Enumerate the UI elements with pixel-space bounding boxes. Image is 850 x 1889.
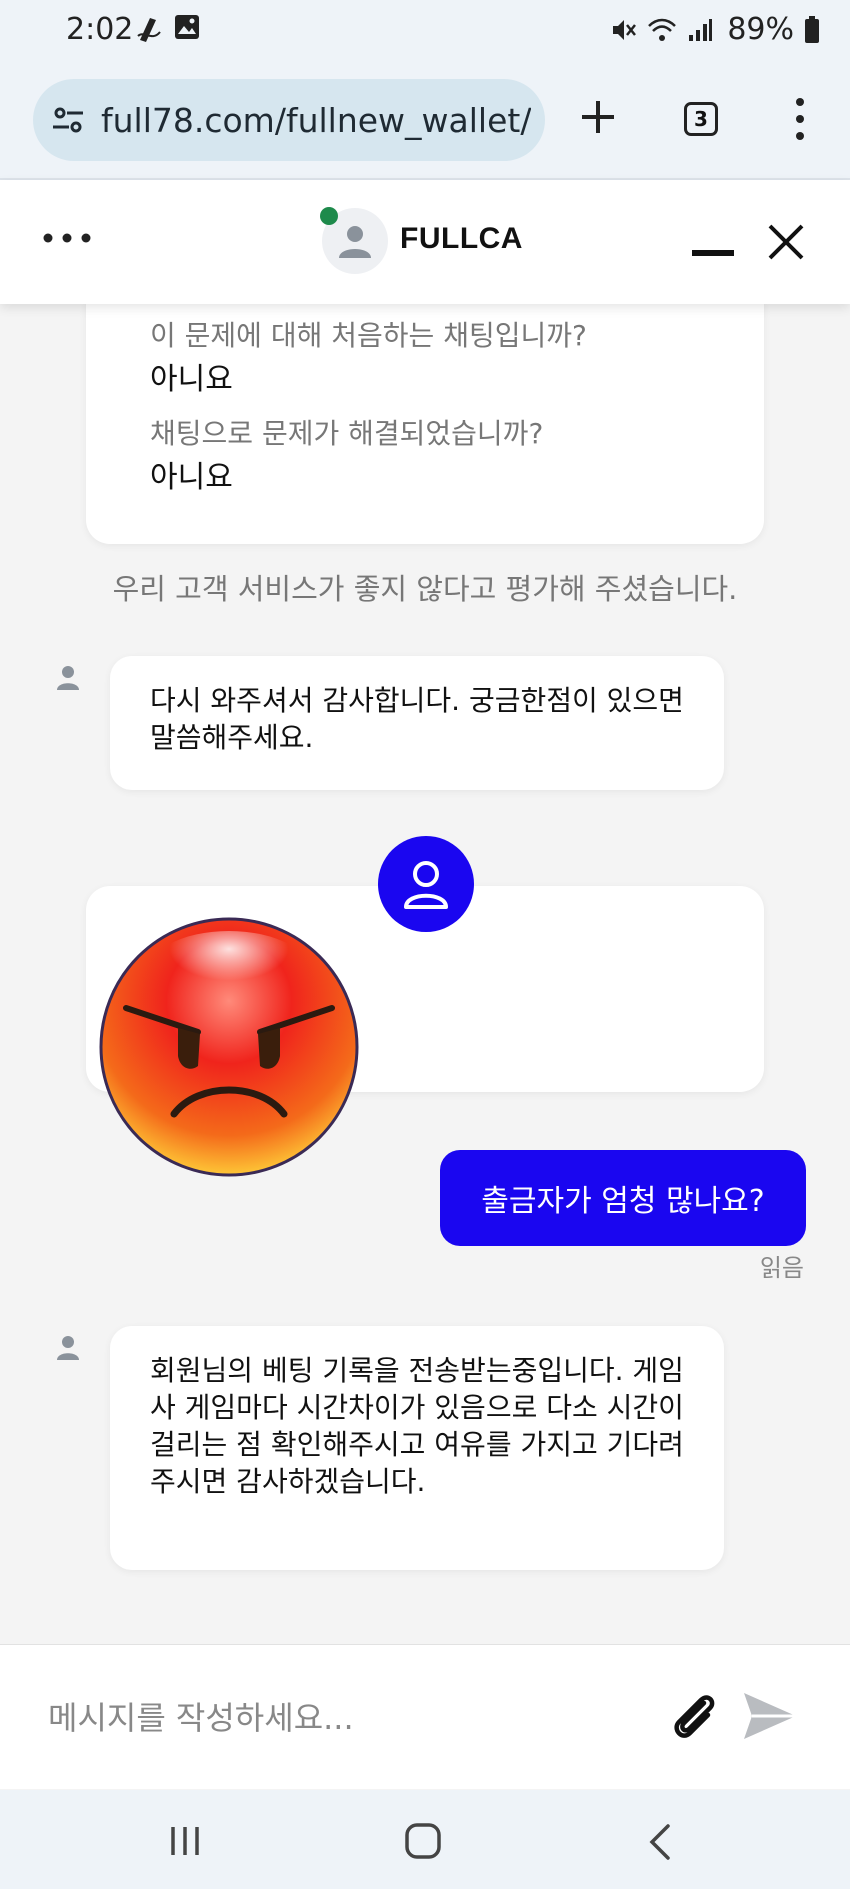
recent-apps-icon[interactable]: [168, 1824, 202, 1858]
send-icon[interactable]: [740, 1689, 800, 1743]
survey-answer: 아니요: [150, 362, 233, 397]
tab-switcher-button[interactable]: 3: [684, 102, 718, 136]
chat-title: FULLCA: [400, 222, 523, 255]
agent-person-icon: [57, 666, 79, 690]
online-status-indicator: [320, 207, 338, 225]
user-message: 출금자가 엄청 많나요?: [440, 1150, 806, 1246]
back-icon[interactable]: [648, 1822, 672, 1862]
address-bar[interactable]: full78.com/fullnew_wallet/: [33, 79, 545, 161]
attachment-icon[interactable]: [668, 1689, 722, 1743]
browser-menu-icon[interactable]: [790, 96, 810, 142]
survey-card: 이 문제에 대해 처음하는 채팅입니까? 아니요 채팅으로 문제가 해결되었습니…: [86, 304, 764, 544]
read-receipt: 읽음: [759, 1254, 804, 1282]
user-outline-icon: [404, 861, 448, 909]
status-bar: 2:02 89%: [0, 0, 850, 62]
rating-notice: 우리 고객 서비스가 좋지 않다고 평가해 주셨습니다.: [112, 572, 738, 606]
survey-question: 이 문제에 대해 처음하는 채팅입니까?: [150, 319, 587, 352]
battery-percent: 89%: [727, 12, 794, 47]
user-message-text: 출금자가 엄청 많나요?: [481, 1184, 765, 1219]
status-time: 2:02: [66, 12, 134, 47]
survey-answer: 아니요: [150, 460, 233, 495]
angry-face-icon: [99, 917, 359, 1177]
signature-notification-icon: [137, 18, 161, 42]
minimize-button[interactable]: [692, 250, 734, 256]
site-settings-icon[interactable]: [51, 103, 85, 137]
agent-message: 회원님의 베팅 기록을 전송받는중입니다. 게임사 게임마다 시간차이가 있음으…: [110, 1326, 724, 1570]
image-notification-icon: [175, 15, 199, 39]
system-nav-bar: [0, 1790, 850, 1889]
signal-icon: [689, 18, 713, 41]
chat-options-icon[interactable]: [42, 228, 92, 248]
chat-messages[interactable]: 이 문제에 대해 처음하는 채팅입니까? 아니요 채팅으로 문제가 해결되었습니…: [0, 304, 850, 1644]
message-composer: 메시지를 작성하세요...: [0, 1644, 850, 1789]
home-icon[interactable]: [404, 1822, 442, 1860]
browser-toolbar: full78.com/fullnew_wallet/ 3: [0, 62, 850, 180]
new-tab-icon[interactable]: [578, 97, 618, 137]
profile-badge: [378, 836, 474, 932]
url-text[interactable]: full78.com/fullnew_wallet/: [101, 101, 531, 140]
wifi-icon: [648, 18, 677, 41]
tab-count: 3: [694, 107, 708, 131]
battery-icon: [805, 15, 819, 43]
agent-message: 다시 와주셔서 감사합니다. 궁금한점이 있으면말씀해주세요.: [110, 656, 724, 790]
message-input[interactable]: 메시지를 작성하세요...: [48, 1693, 354, 1739]
chat-header: FULLCA: [0, 180, 850, 304]
agent-person-icon: [57, 1336, 79, 1360]
mute-icon: [613, 19, 637, 40]
person-icon: [339, 226, 371, 258]
close-icon[interactable]: [766, 222, 806, 262]
survey-question: 채팅으로 문제가 해결되었습니까?: [150, 417, 544, 450]
